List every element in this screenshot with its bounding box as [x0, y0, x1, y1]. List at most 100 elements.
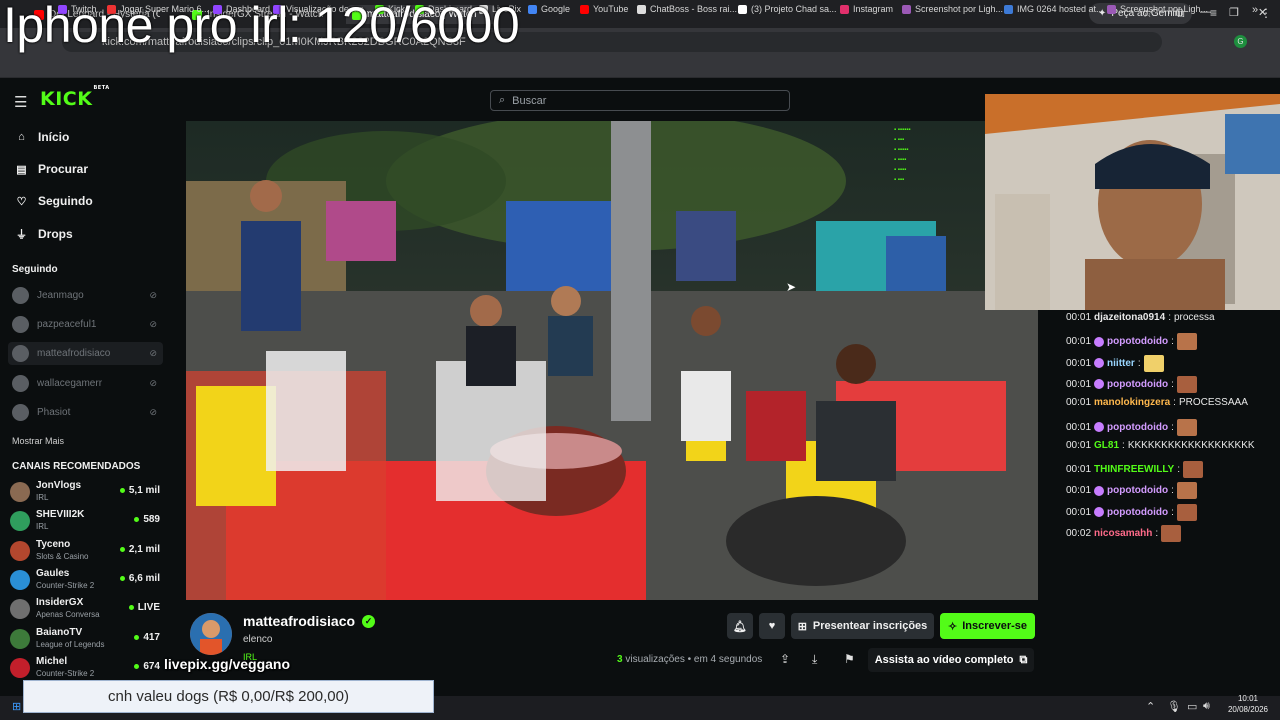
chat-timestamp: 00:01	[1066, 421, 1092, 433]
avatar	[10, 628, 30, 649]
nav-drops[interactable]: ⏚ Drops	[16, 226, 73, 242]
bookmark-icon	[528, 4, 537, 14]
video-player[interactable]: ▪ ▪▪▪▪▪▪ ▪ ▪▪▪ ▪ ▪▪▪▪▪ ▪ ▪▪▪▪ ▪ ▪▪▪▪ ▪ ▪▪▪	[186, 121, 1038, 600]
show-more-link[interactable]: Mostrar Mais	[12, 436, 64, 446]
recommended-channel[interactable]: Tyceno Slots & Casino 2,1 mil	[10, 537, 160, 565]
chat-message: 00:01 THINFREEWILLY:	[1066, 461, 1203, 479]
bookmark-item[interactable]: IMG 0264 hosted at...	[1004, 4, 1104, 14]
following-item[interactable]: wallacegamerr ⊘	[8, 372, 163, 395]
subscriber-badge-icon	[1094, 336, 1105, 347]
recommended-channel[interactable]: BaianoTV League of Legends 417	[10, 625, 160, 653]
video-frame	[186, 121, 1038, 600]
recommended-channel[interactable]: SHEVIII2K IRL 589	[10, 507, 160, 535]
recommended-channel[interactable]: JonVlogs IRL 5,1 mil	[10, 478, 160, 506]
chat-username[interactable]: manolokingzera	[1094, 397, 1170, 408]
bookmark-item[interactable]: ChatBoss - Boss rai...	[637, 4, 737, 14]
avatar	[12, 345, 29, 362]
kick-logo[interactable]: KICKBETA	[40, 85, 110, 110]
windows-start-icon[interactable]: ⊞	[12, 700, 21, 713]
nav-browse[interactable]: ▤ Procurar	[16, 162, 88, 176]
subscribe-button[interactable]: ✧ Inscrever-se	[940, 613, 1035, 639]
search-icon: ⌕	[499, 94, 506, 106]
chat-username[interactable]: popotodoido	[1107, 379, 1168, 390]
channel-avatar[interactable]	[190, 613, 232, 655]
following-item[interactable]: Jeanmago ⊘	[8, 284, 163, 307]
recommended-channel[interactable]: InsiderGX Apenas Conversa LIVE	[10, 595, 160, 623]
recommended-channel[interactable]: Gaules Counter-Strike 2 6,6 mil	[10, 566, 160, 594]
following-item[interactable]: Phasiot ⊘	[8, 401, 163, 424]
menu-icon[interactable]: ⋮	[1260, 6, 1272, 20]
chat-username[interactable]: popotodoido	[1107, 422, 1168, 433]
viewer-count: 5,1 mil	[119, 485, 160, 496]
gift-subs-button[interactable]: ⊞ Presentear inscrições	[791, 613, 934, 639]
chat-username[interactable]: niitter	[1107, 358, 1135, 369]
embedded-chat-overlay: ▪ ▪▪▪▪▪▪ ▪ ▪▪▪ ▪ ▪▪▪▪▪ ▪ ▪▪▪▪ ▪ ▪▪▪▪ ▪ ▪▪▪	[894, 127, 911, 183]
chat-username[interactable]: popotodoido	[1107, 485, 1168, 496]
chat-timestamp: 00:01	[1066, 378, 1092, 390]
channel-category: Slots & Casino	[36, 551, 89, 561]
emote-icon	[1176, 482, 1197, 500]
emote-icon	[1176, 333, 1197, 351]
chat-timestamp: 00:01	[1066, 485, 1092, 497]
bookmark-item[interactable]: Screenshot por Ligh...	[1107, 4, 1208, 14]
chat-username[interactable]: THINFREEWILLY	[1094, 464, 1174, 475]
gift-icon: ⊞	[797, 620, 807, 633]
maximize-icon[interactable]: ❐	[1229, 6, 1239, 19]
hamburger-menu-icon[interactable]: ☰	[14, 93, 27, 111]
bookmark-icon	[902, 4, 911, 14]
bookmark-item[interactable]: Instagram	[840, 4, 893, 14]
heart-icon: ♥	[768, 620, 776, 632]
avatar	[12, 287, 29, 304]
bookmark-item[interactable]: Google	[528, 4, 570, 14]
channel-name: SHEVIII2K	[36, 509, 85, 521]
microphone-icon[interactable]: 🎙︎	[1167, 700, 1181, 713]
report-icon[interactable]: ⚑	[844, 652, 855, 666]
chat-username[interactable]: nicosamahh	[1094, 528, 1152, 539]
network-icon[interactable]: ▭	[1187, 700, 1197, 713]
clip-meta: 3 visualizações • em 4 segundos	[617, 654, 763, 665]
tray-chevron-icon[interactable]: ⌃	[1146, 700, 1155, 713]
notification-bell-button[interactable]: 🔔︎	[727, 613, 753, 639]
reading-list-icon[interactable]: ≡	[1210, 6, 1217, 20]
following-item[interactable]: pazpeaceful1 ⊘	[8, 313, 163, 336]
chat-message: 00:01 manolokingzera: PROCESSAAA	[1066, 397, 1248, 409]
emote-icon	[1176, 503, 1197, 521]
search-input[interactable]	[512, 94, 773, 107]
nav-home[interactable]: ⌂ Início	[16, 130, 69, 144]
chat-message: 00:01 popotodoido:	[1066, 333, 1197, 351]
recommended-section-title: CANAIS RECOMENDADOS	[12, 461, 141, 472]
chat-username[interactable]: popotodoido	[1107, 507, 1168, 518]
following-item-selected[interactable]: matteafrodisiaco ⊘	[8, 342, 163, 365]
chat-username[interactable]: djazeitona0914	[1094, 312, 1165, 323]
bookmark-icon	[637, 4, 646, 14]
bookmark-item[interactable]: (3) Projeto Chad sa...	[738, 4, 837, 14]
chat-username[interactable]: popotodoido	[1107, 336, 1168, 347]
viewer-count: 6,6 mil	[119, 573, 160, 584]
live-dot-icon	[134, 634, 140, 640]
nav-following[interactable]: ♡ Seguindo	[16, 194, 93, 208]
avatar	[10, 540, 30, 561]
share-icon[interactable]: ⇪	[780, 652, 790, 666]
bookmark-item[interactable]: YouTube	[580, 4, 628, 14]
avatar	[10, 569, 30, 590]
recommended-channel[interactable]: Michel Counter-Strike 2 674	[10, 654, 160, 682]
bookmark-item[interactable]: Screenshot por Ligh...	[902, 4, 1003, 14]
channel-name[interactable]: matteafrodisiaco ✓	[243, 613, 376, 629]
sparkle-icon: ✧	[947, 620, 958, 633]
following-section-title: Seguindo	[12, 264, 58, 275]
profile-avatar[interactable]: G	[1234, 35, 1247, 48]
more-bookmarks-icon[interactable]: »	[1252, 4, 1258, 16]
emote-icon	[1161, 525, 1182, 542]
channel-category: Apenas Conversa	[36, 610, 100, 620]
avatar	[12, 316, 29, 333]
watch-full-video-button[interactable]: Assista ao vídeo completo ⧉	[868, 648, 1034, 672]
chat-text: PROCESSAAA	[1178, 397, 1248, 409]
search-bar[interactable]: ⌕	[490, 90, 790, 111]
follow-heart-button[interactable]: ♥	[759, 613, 785, 639]
download-icon[interactable]: ⤓	[812, 652, 817, 667]
volume-icon[interactable]: 🔊︎	[1203, 700, 1210, 713]
chat-message: 00:01 GL81: KKKKKKKKKKKKKKKKKKK	[1066, 439, 1255, 451]
offline-icon: ⊘	[149, 348, 157, 358]
taskbar-clock[interactable]: 10:01 20/08/2026	[1222, 693, 1274, 715]
chat-username[interactable]: GL81	[1094, 440, 1119, 451]
